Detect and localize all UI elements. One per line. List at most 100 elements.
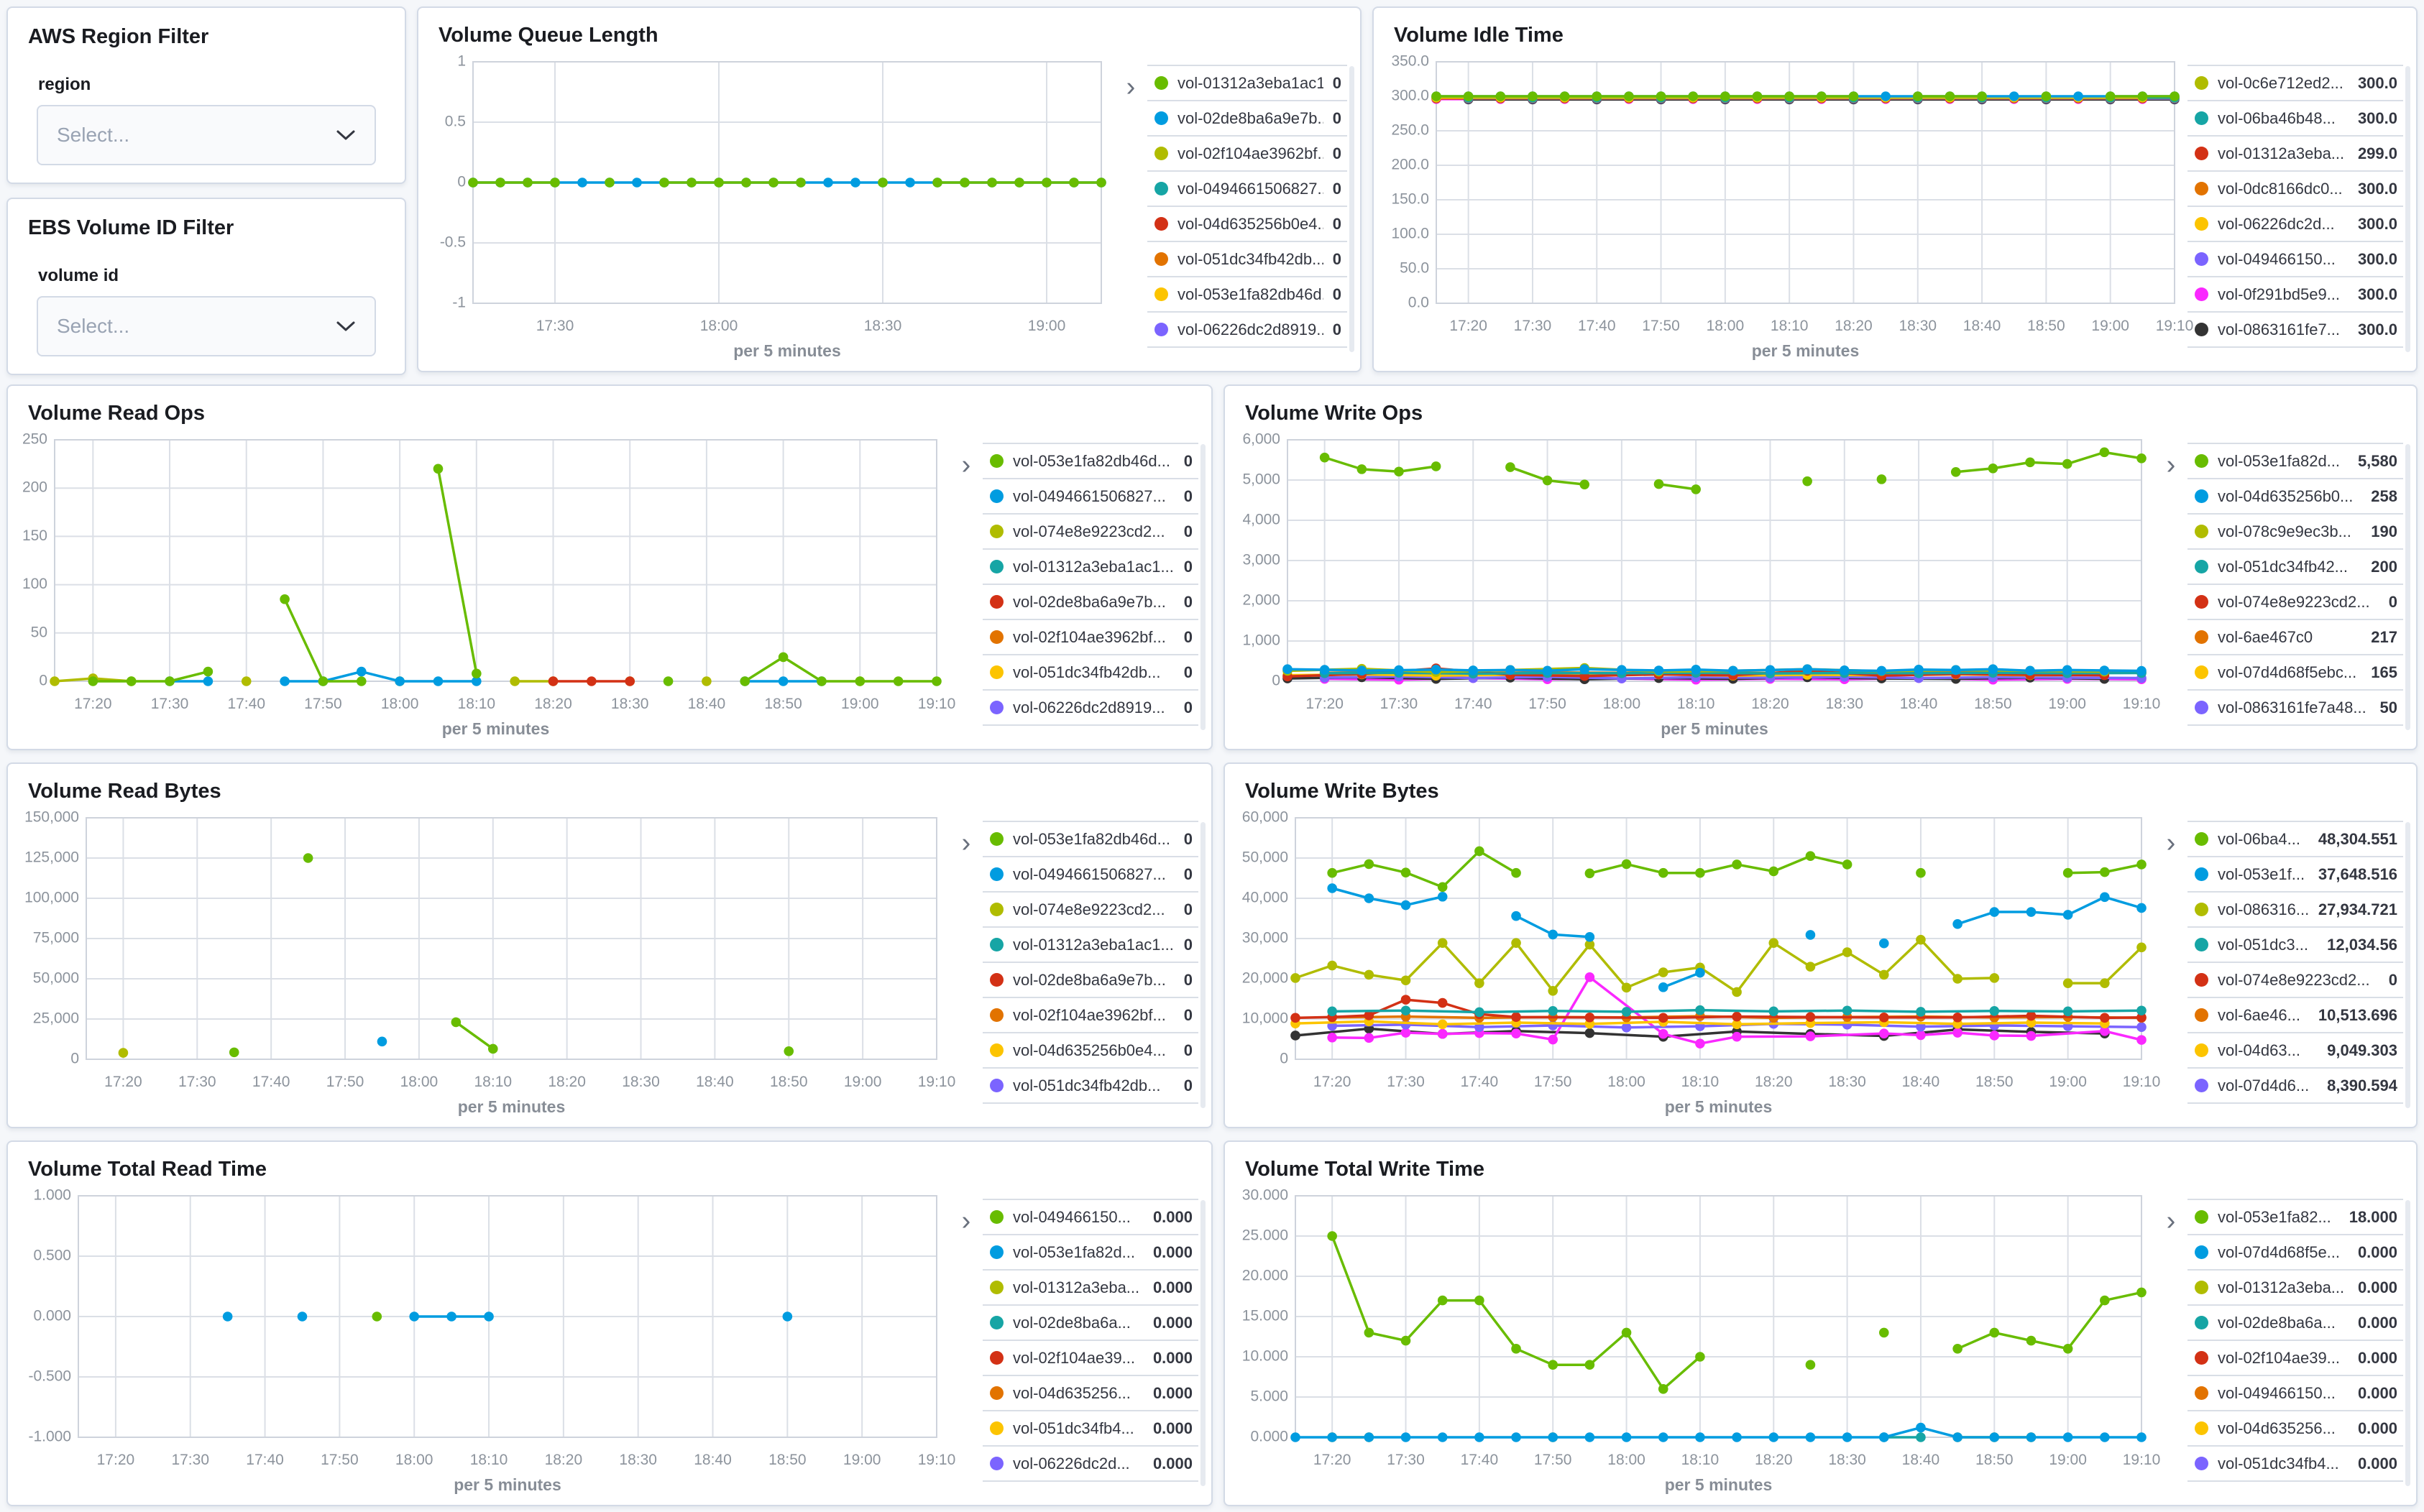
legend-item[interactable]: vol-051dc34fb42db...0 xyxy=(983,654,1198,689)
svg-text:18:20: 18:20 xyxy=(1751,696,1789,712)
legend-item[interactable]: vol-01312a3eba1ac1...0 xyxy=(983,548,1198,584)
legend-item[interactable]: vol-07d4d68f5e...0.000 xyxy=(2187,1234,2403,1269)
legend-item[interactable]: vol-0c6e712ed2...300.0 xyxy=(2187,65,2403,100)
legend-value: 8,390.594 xyxy=(2327,1077,2397,1095)
legend-item[interactable]: vol-074e8e9223cd2...0 xyxy=(983,513,1198,548)
legend-item[interactable]: vol-074e8e9223cd2...0 xyxy=(2187,584,2403,619)
legend-item[interactable]: vol-02f104ae3962bf...0 xyxy=(983,619,1198,654)
legend-item[interactable]: vol-078c9e9ec3b...190 xyxy=(2187,513,2403,548)
legend-collapse-icon[interactable]: › xyxy=(950,806,983,1117)
write-bytes-chart[interactable]: 60,00050,00040,00030,00020,00010,000017:… xyxy=(1234,806,2154,1117)
legend-item[interactable]: vol-6ae46...10,513.696 xyxy=(2187,997,2403,1032)
legend-item[interactable]: vol-053e1f...37,648.516 xyxy=(2187,856,2403,891)
legend-item[interactable]: vol-053e1fa82db46d...0 xyxy=(983,443,1198,478)
legend-item[interactable]: vol-0863161fe7a48...50 xyxy=(2187,689,2403,726)
legend-item[interactable]: vol-6ae467c0217 xyxy=(2187,619,2403,654)
legend-item[interactable]: vol-049466150...300.0 xyxy=(2187,241,2403,276)
legend-item[interactable]: vol-07d4d6...8,390.594 xyxy=(2187,1067,2403,1104)
legend-collapse-icon[interactable]: › xyxy=(2154,428,2187,739)
idle-time-chart[interactable]: 350.0300.0250.0200.0150.0100.050.00.017:… xyxy=(1382,50,2187,361)
legend-item[interactable]: vol-074e8e9223cd2...0 xyxy=(983,891,1198,926)
total-read-time-chart[interactable]: 1.0000.5000.000-0.500-1.00017:2017:3017:… xyxy=(17,1184,950,1495)
legend-item[interactable]: vol-01312a3eba1ac1...0 xyxy=(983,926,1198,962)
legend-collapse-icon[interactable]: › xyxy=(950,428,983,739)
legend-item[interactable]: vol-02de8ba6a9e7b...0 xyxy=(983,962,1198,997)
svg-text:5,000: 5,000 xyxy=(1242,471,1280,488)
legend-item[interactable]: vol-051dc34fb4...0.000 xyxy=(983,1410,1198,1445)
legend-item[interactable]: vol-04d63...9,049.303 xyxy=(2187,1032,2403,1067)
legend-item[interactable]: vol-0494661506827...0 xyxy=(983,478,1198,513)
legend-item[interactable]: vol-0863161fe7...300.0 xyxy=(2187,311,2403,348)
legend-item[interactable]: vol-051dc34fb42db...0 xyxy=(983,1067,1198,1104)
legend-item[interactable]: vol-06226dc2d8919...0 xyxy=(983,689,1198,726)
legend-item[interactable]: vol-06ba46b48...300.0 xyxy=(2187,100,2403,135)
read-bytes-chart[interactable]: 150,000125,000100,00075,00050,00025,0000… xyxy=(17,806,950,1117)
legend-item[interactable]: vol-053e1fa82db46d...0 xyxy=(983,821,1198,856)
legend-scrollbar[interactable] xyxy=(1349,66,1354,352)
legend-collapse-icon[interactable]: › xyxy=(2154,1184,2187,1495)
legend-item[interactable]: vol-02de8ba6a...0.000 xyxy=(983,1304,1198,1340)
svg-text:18:40: 18:40 xyxy=(1900,696,1938,712)
legend-scrollbar[interactable] xyxy=(2405,444,2410,730)
legend-item[interactable]: vol-0494661506827...0 xyxy=(1147,170,1347,206)
legend-item[interactable]: vol-0dc8166dc0...300.0 xyxy=(2187,170,2403,206)
write-ops-chart[interactable]: 6,0005,0004,0003,0002,0001,000017:2017:3… xyxy=(1234,428,2154,739)
legend-item[interactable]: vol-053e1fa82d...0.000 xyxy=(983,1234,1198,1269)
queue-length-chart[interactable]: 10.50-0.5-117:3018:0018:3019:00per 5 min… xyxy=(427,50,1114,361)
legend-collapse-icon[interactable]: › xyxy=(950,1184,983,1495)
legend-item[interactable]: vol-053e1fa82d...5,580 xyxy=(2187,443,2403,478)
legend-item[interactable]: vol-01312a3eba1ac1...0 xyxy=(1147,65,1347,100)
legend-scrollbar[interactable] xyxy=(1200,444,1206,730)
total-write-time-chart[interactable]: 30.00025.00020.00015.00010.0005.0000.000… xyxy=(1234,1184,2154,1495)
legend-color-dot xyxy=(1154,147,1168,160)
legend-item[interactable]: vol-02f104ae3962bf...0 xyxy=(1147,135,1347,170)
legend-item[interactable]: vol-0f291bd5e9...300.0 xyxy=(2187,276,2403,311)
legend-item[interactable]: vol-06226dc2d...300.0 xyxy=(2187,206,2403,241)
legend-item[interactable]: vol-02f104ae39...0.000 xyxy=(2187,1340,2403,1375)
legend-item[interactable]: vol-053e1fa82...18.000 xyxy=(2187,1199,2403,1234)
legend-item[interactable]: vol-04d635256b0e4...0 xyxy=(1147,206,1347,241)
legend-item[interactable]: vol-01312a3eba...0.000 xyxy=(2187,1269,2403,1304)
legend-scrollbar[interactable] xyxy=(2405,1200,2410,1486)
legend-item[interactable]: vol-053e1fa82db46d...0 xyxy=(1147,276,1347,311)
legend-item[interactable]: vol-049466150...0.000 xyxy=(983,1199,1198,1234)
svg-text:17:20: 17:20 xyxy=(1449,318,1487,334)
svg-text:0: 0 xyxy=(457,174,466,190)
legend-scrollbar[interactable] xyxy=(1200,1200,1206,1486)
legend-scrollbar[interactable] xyxy=(2405,822,2410,1108)
legend-item[interactable]: vol-02de8ba6a9e7b...0 xyxy=(1147,100,1347,135)
legend-item[interactable]: vol-07d4d68f5ebc...165 xyxy=(2187,654,2403,689)
svg-text:per 5 minutes: per 5 minutes xyxy=(1665,1475,1773,1494)
legend-item[interactable]: vol-051dc3...12,034.56 xyxy=(2187,926,2403,962)
legend-item[interactable]: vol-051dc34fb4...0.000 xyxy=(2187,1445,2403,1482)
legend-item[interactable]: vol-02de8ba6a...0.000 xyxy=(2187,1304,2403,1340)
legend-item[interactable]: vol-06226dc2d8919...0 xyxy=(1147,311,1347,348)
svg-text:17:30: 17:30 xyxy=(1387,1074,1425,1090)
legend-item[interactable]: vol-04d635256...0.000 xyxy=(983,1375,1198,1410)
volume-id-select[interactable]: Select... xyxy=(37,296,376,356)
legend-item[interactable]: vol-02f104ae3962bf...0 xyxy=(983,997,1198,1032)
legend-item[interactable]: vol-02de8ba6a9e7b...0 xyxy=(983,584,1198,619)
legend-item[interactable]: vol-049466150...0.000 xyxy=(2187,1375,2403,1410)
legend-item[interactable]: vol-051dc34fb42db...0 xyxy=(1147,241,1347,276)
legend-item[interactable]: vol-0494661506827...0 xyxy=(983,856,1198,891)
legend-collapse-icon[interactable]: › xyxy=(2154,806,2187,1117)
legend-item[interactable]: vol-051dc34fb42...200 xyxy=(2187,548,2403,584)
legend-item[interactable]: vol-086316...27,934.721 xyxy=(2187,891,2403,926)
legend-scrollbar[interactable] xyxy=(1200,822,1206,1108)
legend-color-dot xyxy=(2195,938,2208,951)
legend-item[interactable]: vol-02f104ae39...0.000 xyxy=(983,1340,1198,1375)
legend-item[interactable]: vol-06ba4...48,304.551 xyxy=(2187,821,2403,856)
region-select[interactable]: Select... xyxy=(37,105,376,165)
legend-item[interactable]: vol-074e8e9223cd2...0 xyxy=(2187,962,2403,997)
legend-item[interactable]: vol-04d635256b0e4...0 xyxy=(983,1032,1198,1067)
legend-item[interactable]: vol-01312a3eba...0.000 xyxy=(983,1269,1198,1304)
legend-collapse-icon[interactable]: › xyxy=(1114,50,1147,361)
legend-scrollbar[interactable] xyxy=(2405,66,2410,352)
legend-item[interactable]: vol-04d635256...0.000 xyxy=(2187,1410,2403,1445)
legend-item[interactable]: vol-01312a3eba...299.0 xyxy=(2187,135,2403,170)
legend-item[interactable]: vol-06226dc2d...0.000 xyxy=(983,1445,1198,1482)
legend-item[interactable]: vol-04d635256b0...258 xyxy=(2187,478,2403,513)
read-ops-chart[interactable]: 25020015010050017:2017:3017:4017:5018:00… xyxy=(17,428,950,739)
legend-color-dot xyxy=(2195,1351,2208,1365)
